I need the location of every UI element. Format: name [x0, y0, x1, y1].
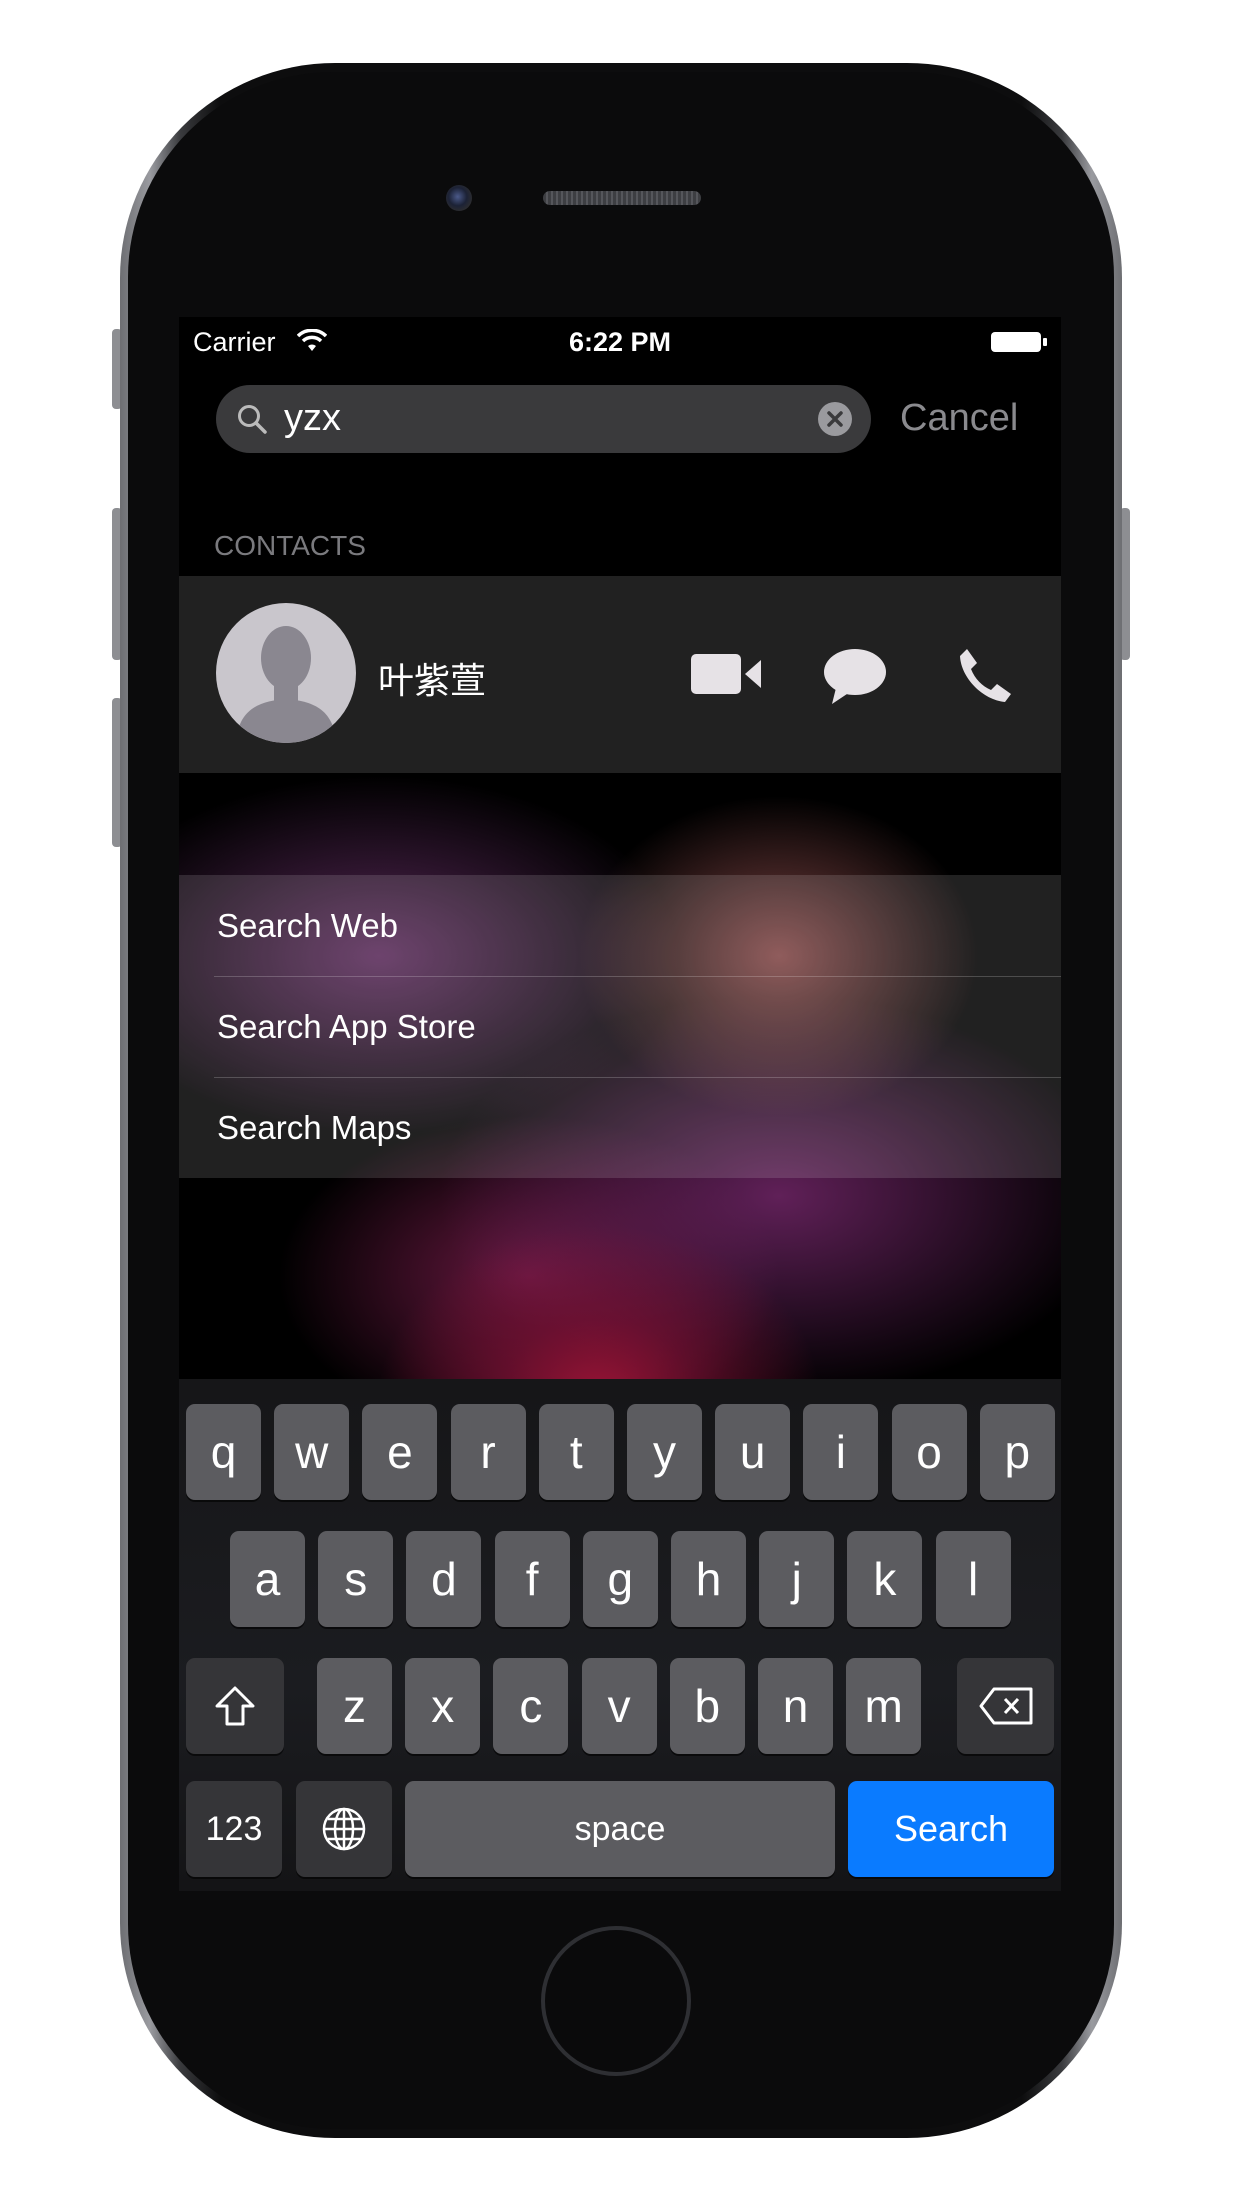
space-key[interactable]: space	[405, 1781, 835, 1877]
key-t[interactable]: t	[538, 1404, 614, 1500]
search-maps-item[interactable]: Search Maps	[179, 1077, 1061, 1178]
key-w[interactable]: w	[274, 1404, 350, 1500]
list-item-label: Search App Store	[217, 1008, 476, 1045]
search-return-key[interactable]: Search	[848, 1781, 1054, 1877]
key-y[interactable]: y	[627, 1404, 702, 1500]
key-r[interactable]: r	[450, 1404, 526, 1500]
clear-search-button[interactable]	[818, 402, 852, 436]
shift-icon	[215, 1686, 255, 1726]
keyboard: q w e r t y u i o p a s d f g h j k l z x c v b n m 123 space Search	[179, 1379, 1061, 1891]
key-o[interactable]: o	[891, 1404, 967, 1500]
key-d[interactable]: d	[406, 1531, 482, 1627]
key-m[interactable]: m	[846, 1658, 922, 1754]
delete-key[interactable]	[957, 1658, 1054, 1754]
search-app-store-item[interactable]: Search App Store	[179, 976, 1061, 1077]
home-button[interactable]	[541, 1926, 691, 2076]
screen: Carrier 6:22 PM yzx Cancel CONTACTS 叶紫萱	[179, 317, 1061, 1891]
key-g[interactable]: g	[582, 1531, 658, 1627]
message-button[interactable]	[822, 646, 888, 706]
list-item-label: Search Web	[217, 907, 398, 944]
battery-tip	[1043, 338, 1047, 346]
key-e[interactable]: e	[362, 1404, 438, 1500]
key-q[interactable]: q	[186, 1404, 261, 1500]
avatar	[216, 603, 356, 743]
key-a[interactable]: a	[230, 1531, 305, 1627]
key-p[interactable]: p	[979, 1404, 1055, 1500]
key-z[interactable]: z	[317, 1658, 392, 1754]
shift-key[interactable]	[186, 1658, 284, 1754]
key-x[interactable]: x	[405, 1658, 481, 1754]
status-bar: Carrier 6:22 PM	[179, 317, 1061, 372]
list-item-label: Search Maps	[217, 1109, 412, 1146]
key-k[interactable]: k	[847, 1531, 923, 1627]
search-web-item[interactable]: Search Web	[179, 875, 1061, 976]
search-query[interactable]: yzx	[284, 397, 341, 440]
contact-row[interactable]: 叶紫萱	[179, 576, 1061, 773]
key-l[interactable]: l	[935, 1531, 1011, 1627]
key-j[interactable]: j	[759, 1531, 835, 1627]
numbers-key[interactable]: 123	[186, 1781, 282, 1877]
key-h[interactable]: h	[671, 1531, 746, 1627]
person-silhouette-icon	[236, 626, 336, 743]
key-c[interactable]: c	[493, 1658, 569, 1754]
facetime-video-button[interactable]	[689, 652, 763, 696]
globe-key[interactable]	[296, 1781, 392, 1877]
contact-name: 叶紫萱	[378, 660, 487, 701]
key-i[interactable]: i	[803, 1404, 879, 1500]
contacts-section-header: CONTACTS	[214, 530, 366, 561]
globe-icon	[322, 1807, 366, 1851]
key-b[interactable]: b	[669, 1658, 745, 1754]
key-s[interactable]: s	[318, 1531, 394, 1627]
search-icon	[238, 405, 267, 434]
key-u[interactable]: u	[715, 1404, 791, 1500]
search-suggestions-list: Search Web Search App Store Search Maps	[179, 875, 1061, 1178]
phone-call-button[interactable]	[957, 646, 1013, 704]
cancel-button[interactable]: Cancel	[900, 397, 1018, 440]
earpiece-speaker	[543, 191, 701, 205]
backspace-icon	[979, 1687, 1032, 1725]
search-field[interactable]: yzx	[216, 385, 871, 453]
battery-icon	[991, 332, 1041, 352]
clock: 6:22 PM	[568, 327, 672, 357]
key-v[interactable]: v	[581, 1658, 657, 1754]
clear-icon	[827, 411, 843, 427]
front-camera	[446, 185, 472, 211]
key-f[interactable]: f	[494, 1531, 570, 1627]
key-n[interactable]: n	[758, 1658, 833, 1754]
